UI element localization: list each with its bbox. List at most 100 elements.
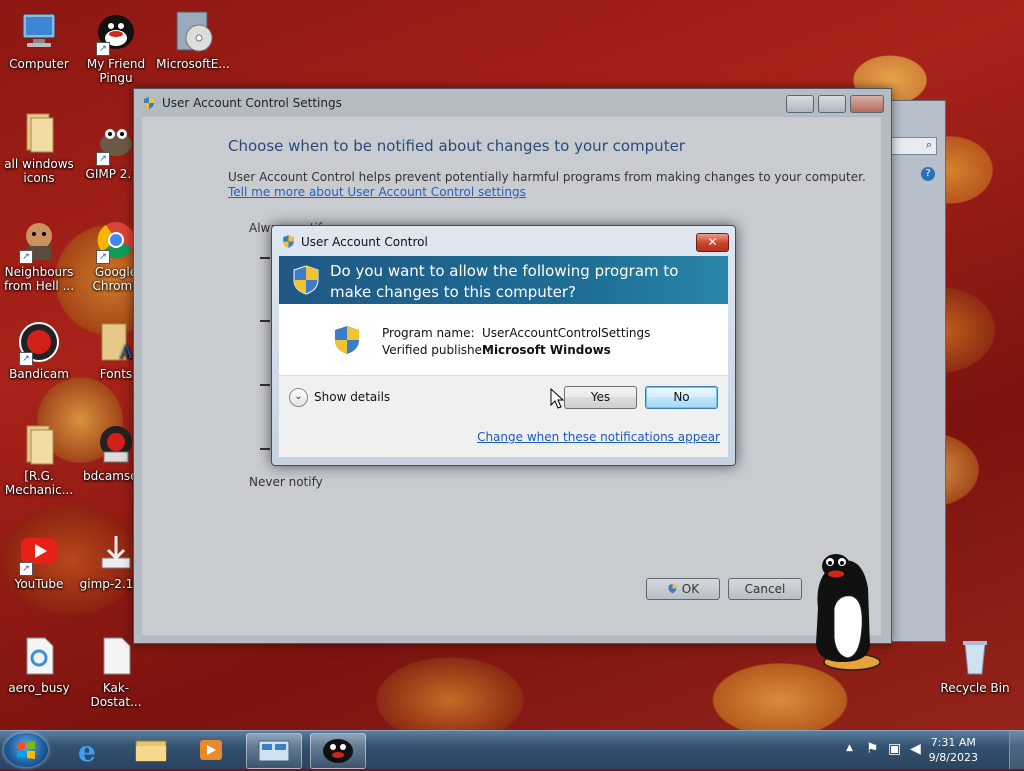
desktop-icon-label: Computer	[9, 57, 69, 71]
mouse-pointer-icon	[550, 387, 565, 413]
dialog-titlebar[interactable]: User Account Control ✕	[272, 226, 735, 256]
explorer-window-edge: ⌕ ?	[884, 100, 946, 642]
uac-shield-icon	[667, 582, 682, 596]
desktop-icon-kak-dostat[interactable]: Kak-Dostat...	[79, 634, 153, 709]
action-center-icon[interactable]: ⚑	[866, 741, 879, 757]
show-details-toggle[interactable]: ⌄ Show details	[289, 388, 390, 407]
recycle-bin-icon	[953, 634, 997, 678]
slider-bottom-label: Never notify	[249, 475, 323, 489]
desktop-icon-computer[interactable]: Computer	[2, 10, 76, 71]
taskbar-uac-settings[interactable]	[246, 733, 302, 769]
folder-icon	[17, 110, 61, 154]
uac-shield-icon	[333, 324, 361, 359]
window-title: User Account Control Settings	[162, 96, 342, 110]
desktop-icon-label: Neighbours from Hell ...	[3, 265, 75, 293]
start-button[interactable]	[4, 733, 48, 767]
no-button[interactable]: No	[645, 386, 718, 409]
volume-icon[interactable]: ◀	[910, 741, 921, 757]
maximize-button[interactable]	[818, 95, 846, 113]
dialog-footer: Change when these notifications appear	[279, 421, 728, 457]
cancel-button[interactable]: Cancel	[728, 578, 802, 600]
cursor-file-icon	[17, 634, 61, 678]
help-link[interactable]: Tell me more about User Account Control …	[228, 185, 526, 199]
uac-shield-icon	[142, 96, 156, 113]
dialog-actions: ⌄ Show details Yes No	[279, 375, 728, 421]
shortcut-arrow-icon: ↗	[96, 152, 110, 166]
shortcut-arrow-icon: ↗	[19, 250, 33, 264]
window-titlebar[interactable]: User Account Control Settings	[134, 89, 891, 117]
clock-date: 9/8/2023	[928, 751, 978, 764]
shortcut-arrow-icon: ↗	[19, 562, 33, 576]
cancel-label: Cancel	[744, 582, 786, 596]
question-text: Do you want to allow the following progr…	[330, 262, 679, 301]
yes-button[interactable]: Yes	[564, 386, 637, 409]
uac-dialog: User Account Control ✕ Do you want to al…	[271, 225, 736, 466]
publisher-label: Verified publisher:	[382, 343, 491, 357]
system-tray: ▲ ⚑ ▣ ◀ 7:31 AM 9/8/2023	[834, 731, 1024, 769]
gimp-icon: ↗	[94, 120, 138, 166]
show-hidden-icons-icon[interactable]: ▲	[846, 743, 853, 753]
uac-shield-icon	[292, 264, 320, 299]
slider-tick	[260, 384, 270, 386]
page-heading: Choose when to be notified about changes…	[228, 137, 685, 155]
desktop-icon-label: [R.G. Mechanic...	[4, 469, 74, 497]
yes-label: Yes	[590, 390, 611, 404]
taskbar-file-explorer[interactable]	[124, 733, 178, 767]
desktop-icon-microsoft[interactable]: MicrosoftE...	[156, 10, 230, 71]
clock[interactable]: 7:31 AM 9/8/2023	[929, 735, 978, 765]
setup-icon	[94, 422, 138, 466]
program-info: Program name: UserAccountControlSettings…	[279, 304, 728, 375]
desktop-icon-youtube[interactable]: ↗ YouTube	[2, 530, 76, 591]
ok-label: OK	[681, 582, 700, 596]
close-button[interactable]	[850, 95, 884, 113]
desktop-icon-rg-mechanics[interactable]: [R.G. Mechanic...	[2, 422, 76, 497]
change-notifications-link[interactable]: Change when these notifications appear	[477, 430, 720, 444]
publisher-value: Microsoft Windows	[482, 343, 611, 357]
slider-tick	[260, 320, 270, 322]
dialog-title: User Account Control	[301, 235, 428, 249]
svg-text:A: A	[119, 342, 134, 363]
taskbar-media-player[interactable]	[184, 733, 238, 767]
minimize-button[interactable]	[786, 95, 814, 113]
desktop-icon-recycle-bin[interactable]: Recycle Bin	[938, 634, 1012, 695]
folder-icon	[135, 740, 167, 762]
search-box[interactable]: ⌕	[891, 137, 937, 155]
show-desktop-button[interactable]	[1009, 731, 1024, 769]
no-label: No	[673, 390, 690, 404]
pingu-character[interactable]	[808, 548, 884, 675]
desktop-icon-neighbours-from-hell[interactable]: ↗ Neighbours from Hell ...	[2, 218, 76, 293]
installer-disc-icon	[171, 10, 215, 54]
question-banner: Do you want to allow the following progr…	[279, 256, 728, 304]
media-player-icon	[200, 740, 222, 760]
document-icon	[94, 634, 138, 678]
control-panel-icon	[258, 740, 290, 762]
desktop-icon-bandicam[interactable]: ↗ Bandicam	[2, 320, 76, 381]
desktop-icon-label: Bandicam	[9, 367, 69, 381]
network-icon[interactable]: ▣	[888, 741, 901, 757]
ok-button[interactable]: OK	[646, 578, 720, 600]
taskbar-pingu[interactable]	[310, 733, 366, 769]
svg-text:e: e	[78, 735, 96, 767]
youtube-icon: ↗	[17, 530, 61, 576]
desktop-icon-label: aero_busy	[8, 681, 70, 695]
windows-logo-icon	[17, 741, 35, 759]
chevron-down-icon: ⌄	[289, 388, 308, 407]
bandicam-icon: ↗	[17, 320, 61, 366]
internet-explorer-icon: e	[78, 735, 96, 768]
taskbar-internet-explorer[interactable]: e	[64, 733, 118, 768]
folder-icon	[17, 422, 61, 466]
desktop-icon-all-windows-icons[interactable]: all windows icons	[2, 110, 76, 185]
taskbar: e ▲ ⚑ ▣ ◀ 7:31 AM 9/8/2023	[0, 730, 1024, 769]
shortcut-arrow-icon: ↗	[19, 352, 33, 366]
desktop-icon-label: MicrosoftE...	[156, 57, 230, 71]
close-icon: ✕	[707, 235, 718, 249]
desktop-icon-my-friend-pingu[interactable]: ↗ My Friend Pingu	[79, 10, 153, 85]
slider-tick	[260, 448, 270, 450]
uac-shield-icon	[281, 234, 296, 252]
desktop-icon-aero-busy[interactable]: aero_busy	[2, 634, 76, 695]
slider-tick	[260, 257, 270, 259]
computer-icon	[17, 10, 61, 54]
close-button[interactable]: ✕	[696, 233, 729, 252]
help-icon[interactable]: ?	[921, 167, 935, 181]
desktop-icon-label: My Friend Pingu	[86, 57, 146, 85]
